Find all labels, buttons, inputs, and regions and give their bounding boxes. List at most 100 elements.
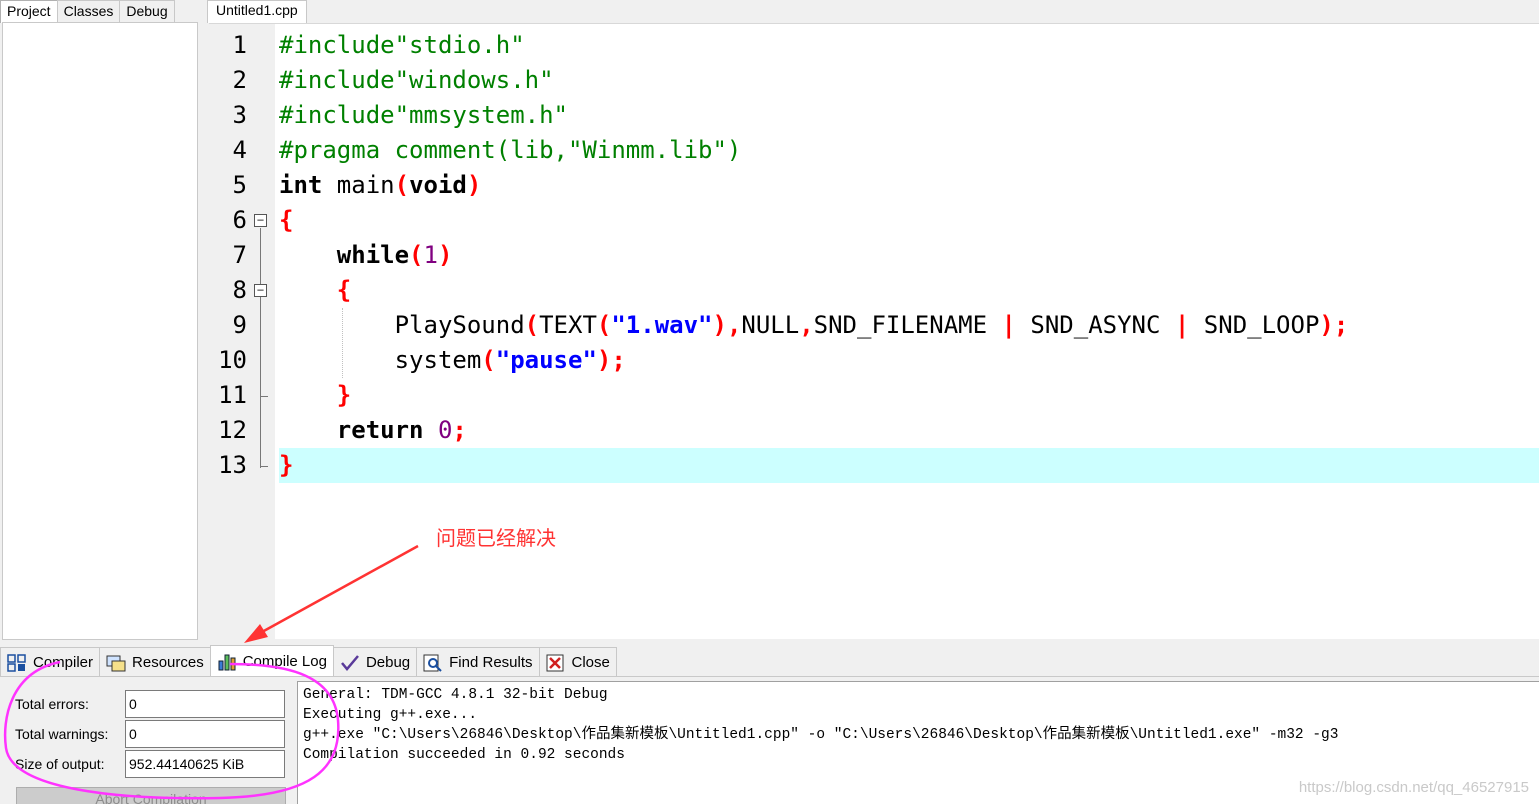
file-tab[interactable]: Untitled1.cpp bbox=[207, 0, 307, 23]
code-line: } bbox=[279, 448, 293, 483]
current-line-highlight bbox=[279, 448, 1539, 483]
fold-collapse-icon[interactable]: − bbox=[254, 214, 267, 227]
tab-label: Find Results bbox=[449, 654, 533, 671]
tab-close[interactable]: Close bbox=[538, 647, 617, 677]
tab-find-results[interactable]: Find Results bbox=[416, 647, 540, 677]
watermark: https://blog.csdn.net/qq_46527915 bbox=[1298, 779, 1529, 796]
warnings-label: Total warnings: bbox=[15, 726, 109, 742]
line-number: 11 bbox=[218, 381, 247, 409]
line-number: 9 bbox=[232, 311, 247, 339]
code-token: #pragma comment(lib,"Winmm.lib") bbox=[279, 136, 742, 164]
code-token: { bbox=[336, 276, 352, 304]
warnings-field[interactable]: 0 bbox=[125, 720, 285, 748]
code-line: #include"windows.h" bbox=[279, 63, 554, 98]
tab-label: Close bbox=[571, 654, 610, 671]
code-token: int bbox=[279, 171, 323, 199]
tab-resources[interactable]: Resources bbox=[99, 647, 211, 677]
tab-compiler[interactable]: Compiler bbox=[0, 647, 101, 677]
code-token: ); bbox=[1319, 311, 1349, 339]
code-token: SND_LOOP bbox=[1189, 311, 1320, 339]
line-number: 3 bbox=[232, 101, 247, 129]
output-size-field[interactable]: 952.44140625 KiB bbox=[125, 750, 285, 778]
code-token: ; bbox=[452, 416, 467, 444]
fold-guide bbox=[260, 228, 261, 468]
code-token: ) bbox=[466, 171, 482, 199]
annotation-text: 问题已经解决 bbox=[436, 526, 556, 550]
line-number: 13 bbox=[218, 451, 247, 479]
output-size-label: Size of output: bbox=[15, 756, 105, 772]
code-token: | bbox=[1174, 311, 1190, 339]
tab-debug[interactable]: Debug bbox=[332, 647, 418, 677]
grid-icon bbox=[7, 653, 27, 672]
code-token: ), bbox=[712, 311, 742, 339]
line-number: 10 bbox=[218, 346, 247, 374]
project-browser[interactable] bbox=[2, 22, 198, 640]
log-line: Compilation succeeded in 0.92 seconds bbox=[303, 747, 625, 763]
code-token: #include"stdio.h" bbox=[279, 31, 525, 59]
tab-label: Compiler bbox=[33, 654, 94, 671]
errors-row: Total errors: 0 bbox=[14, 690, 294, 718]
tab-compile-log[interactable]: Compile Log bbox=[209, 645, 334, 677]
code-line: #include"mmsystem.h" bbox=[279, 98, 568, 133]
code-line: } bbox=[279, 378, 351, 413]
code-line: { bbox=[279, 273, 351, 308]
code-token: system bbox=[394, 346, 482, 374]
log-line: g++.exe "C:\Users\26846\Desktop\作品集新模板\U… bbox=[303, 727, 1339, 743]
code-token: "1.wav" bbox=[611, 311, 713, 339]
line-number: 6 bbox=[232, 206, 247, 234]
code-token: ( bbox=[394, 171, 410, 199]
line-number: 7 bbox=[232, 241, 247, 269]
log-line: Executing g++.exe... bbox=[303, 707, 478, 723]
code-token: } bbox=[279, 451, 294, 479]
tab-debug-left[interactable]: Debug bbox=[119, 0, 175, 22]
fold-collapse-icon[interactable]: − bbox=[254, 284, 267, 297]
code-token: void bbox=[409, 171, 467, 199]
fold-end-marker bbox=[260, 466, 268, 467]
code-token: SND_ASYNC bbox=[1015, 311, 1175, 339]
code-token: ( bbox=[481, 346, 496, 374]
tab-label: Resources bbox=[132, 654, 204, 671]
line-number: 2 bbox=[232, 66, 247, 94]
code-token: ) bbox=[437, 241, 453, 269]
code-token: ( bbox=[409, 241, 424, 269]
tab-project[interactable]: Project bbox=[0, 0, 58, 23]
tab-label: Compile Log bbox=[242, 653, 327, 670]
checkmark-icon bbox=[340, 654, 360, 672]
ide-window: Project Classes Debug Untitled1.cpp 1 2 … bbox=[0, 0, 1539, 804]
errors-field[interactable]: 0 bbox=[125, 690, 285, 718]
code-token: , bbox=[799, 311, 814, 339]
abort-compilation-button[interactable]: Abort Compilation bbox=[16, 787, 286, 804]
code-token: 0 bbox=[437, 416, 453, 444]
code-line: { bbox=[279, 203, 293, 238]
tab-classes[interactable]: Classes bbox=[56, 0, 121, 22]
tab-label: Debug bbox=[365, 654, 411, 671]
code-line: #include"stdio.h" bbox=[279, 28, 525, 63]
resources-icon bbox=[106, 654, 126, 672]
code-line: system("pause"); bbox=[279, 343, 626, 378]
line-number: 1 bbox=[232, 31, 247, 59]
bottom-tabs: Compiler Resources Compile Log Debug Fin… bbox=[0, 645, 1539, 677]
code-token: while bbox=[336, 241, 410, 269]
code-line: PlaySound(TEXT("1.wav"),NULL,SND_FILENAM… bbox=[279, 308, 1349, 343]
code-line: int main(void) bbox=[279, 168, 481, 203]
code-editor[interactable]: 1 2 3 4 5 6 7 8 9 10 11 12 13 − − #inclu… bbox=[209, 23, 1539, 640]
output-size-row: Size of output: 952.44140625 KiB bbox=[14, 750, 294, 778]
code-token: 1 bbox=[423, 241, 438, 269]
line-number: 4 bbox=[232, 136, 247, 164]
code-token: return bbox=[336, 416, 438, 444]
code-token: NULL bbox=[741, 311, 800, 339]
code-token: #include"mmsystem.h" bbox=[279, 101, 568, 129]
code-line: return 0; bbox=[279, 413, 467, 448]
line-number: 12 bbox=[218, 416, 247, 444]
code-token: #include"windows.h" bbox=[279, 66, 554, 94]
code-token: ); bbox=[596, 346, 626, 374]
close-icon bbox=[546, 654, 566, 672]
code-token: SND_FILENAME bbox=[813, 311, 1002, 339]
code-token: PlaySound bbox=[394, 311, 525, 339]
code-token: } bbox=[336, 381, 352, 409]
